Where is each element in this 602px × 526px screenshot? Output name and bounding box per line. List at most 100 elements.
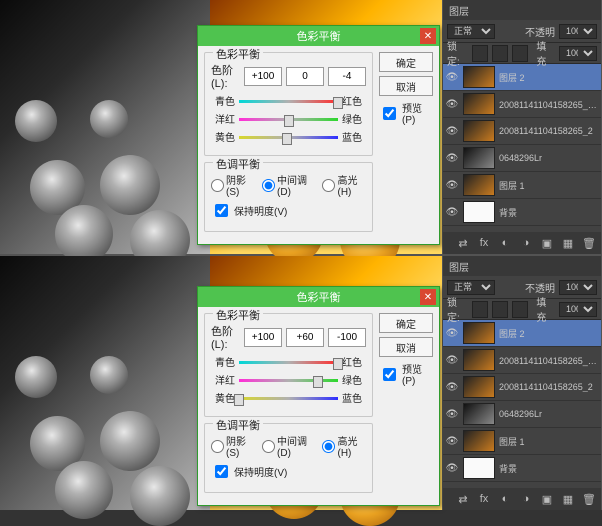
layer-row[interactable]: 👁 20081141104158265_2 <box>443 374 601 401</box>
preview-check[interactable]: 预览(P) <box>379 361 433 387</box>
layer-row[interactable]: 👁 背景 <box>443 455 601 482</box>
color-slider[interactable] <box>239 97 338 105</box>
close-icon[interactable]: ✕ <box>420 28 436 44</box>
mask-icon[interactable]: ◐ <box>498 492 512 506</box>
tone-radio[interactable]: 中间调(D) <box>262 172 314 198</box>
rose-image <box>90 100 128 138</box>
ok-button[interactable]: 确定 <box>379 52 433 72</box>
layer-name: 背景 <box>499 206 599 219</box>
visibility-icon[interactable]: 👁 <box>445 124 459 138</box>
link-icon[interactable]: ⇄ <box>456 236 470 250</box>
slider-left-label: 黄色 <box>211 390 235 405</box>
dialog-titlebar[interactable]: 色彩平衡 ✕ <box>198 287 439 307</box>
visibility-icon[interactable]: 👁 <box>445 353 459 367</box>
layer-row[interactable]: 👁 20081141104158265_2 副本 <box>443 91 601 118</box>
color-slider[interactable] <box>239 358 338 366</box>
layer-row[interactable]: 👁 图层 2 <box>443 320 601 347</box>
visibility-icon[interactable]: 👁 <box>445 70 459 84</box>
lock-all-icon[interactable] <box>512 45 528 62</box>
layer-row[interactable]: 👁 图层 1 <box>443 172 601 199</box>
cancel-button[interactable]: 取消 <box>379 337 433 357</box>
layer-row[interactable]: 👁 图层 1 <box>443 428 601 455</box>
lock-pixels-icon[interactable] <box>472 301 488 318</box>
tone-radio[interactable]: 高光(H) <box>322 172 366 198</box>
color-slider[interactable] <box>239 376 338 384</box>
layer-name: 图层 2 <box>499 71 599 84</box>
layer-row[interactable]: 👁 0648296Lr <box>443 401 601 428</box>
rose-image <box>100 155 160 215</box>
panel-tab[interactable]: 图层 <box>449 3 469 18</box>
color-slider[interactable] <box>239 394 338 402</box>
fill-select[interactable]: 100% <box>559 302 597 317</box>
tone-radio[interactable]: 高光(H) <box>322 433 366 459</box>
level-input-2[interactable] <box>286 67 324 86</box>
fx-icon[interactable]: fx <box>477 492 491 506</box>
layer-row[interactable]: 👁 0648296Lr <box>443 145 601 172</box>
visibility-icon[interactable]: 👁 <box>445 97 459 111</box>
levels-label: 色阶(L): <box>211 323 240 351</box>
rose-image <box>55 205 113 263</box>
trash-icon[interactable]: 🗑 <box>582 236 596 250</box>
blend-mode-select[interactable]: 正常 <box>447 24 495 39</box>
slider-right-label: 蓝色 <box>342 390 366 405</box>
folder-icon[interactable]: ▣ <box>540 236 554 250</box>
adjustment-icon[interactable]: ◑ <box>519 236 533 250</box>
tone-radio[interactable]: 阴影(S) <box>211 172 254 198</box>
folder-icon[interactable]: ▣ <box>540 492 554 506</box>
new-layer-icon[interactable]: ▦ <box>561 236 575 250</box>
opacity-select[interactable]: 100% <box>559 24 597 39</box>
trash-icon[interactable]: 🗑 <box>582 492 596 506</box>
layer-row[interactable]: 👁 图层 2 <box>443 64 601 91</box>
rose-image <box>55 461 113 519</box>
lock-all-icon[interactable] <box>512 301 528 318</box>
lock-pixels-icon[interactable] <box>472 45 488 62</box>
level-input-1[interactable] <box>244 328 282 347</box>
slider-left-label: 黄色 <box>211 129 235 144</box>
tone-radio[interactable]: 中间调(D) <box>262 433 314 459</box>
visibility-icon[interactable]: 👁 <box>445 205 459 219</box>
visibility-icon[interactable]: 👁 <box>445 326 459 340</box>
fx-icon[interactable]: fx <box>477 236 491 250</box>
level-input-1[interactable] <box>244 67 282 86</box>
layers-panel: 图层 正常 不透明 100% 锁定: 填充 100% 👁 图层 2 <box>443 0 601 254</box>
level-input-3[interactable] <box>328 328 366 347</box>
layer-row[interactable]: 👁 20081141104158265_2 副本 <box>443 347 601 374</box>
layer-thumbnail <box>463 147 495 169</box>
fill-select[interactable]: 100% <box>559 46 597 61</box>
blend-mode-select[interactable]: 正常 <box>447 280 495 295</box>
levels-label: 色阶(L): <box>211 62 240 90</box>
panel-tab[interactable]: 图层 <box>449 259 469 274</box>
lock-position-icon[interactable] <box>492 45 508 62</box>
tone-radio[interactable]: 阴影(S) <box>211 433 254 459</box>
preview-check[interactable]: 预览(P) <box>379 100 433 126</box>
layers-panel: 图层 正常 不透明 100% 锁定: 填充 100% 👁 图层 2 <box>443 256 601 510</box>
slider-right-label: 绿色 <box>342 372 366 387</box>
adjustment-icon[interactable]: ◑ <box>519 492 533 506</box>
layer-row[interactable]: 👁 20081141104158265_2 <box>443 118 601 145</box>
cancel-button[interactable]: 取消 <box>379 76 433 96</box>
layer-row[interactable]: 👁 背景 <box>443 199 601 226</box>
visibility-icon[interactable]: 👁 <box>445 178 459 192</box>
mask-icon[interactable]: ◐ <box>498 236 512 250</box>
slider-right-label: 红色 <box>342 354 366 369</box>
visibility-icon[interactable]: 👁 <box>445 380 459 394</box>
opacity-select[interactable]: 100% <box>559 280 597 295</box>
close-icon[interactable]: ✕ <box>420 289 436 305</box>
visibility-icon[interactable]: 👁 <box>445 461 459 475</box>
group-label: 色彩平衡 <box>213 46 263 62</box>
preserve-luminosity-check[interactable]: 保持明度(V) <box>211 462 366 481</box>
level-input-2[interactable] <box>286 328 324 347</box>
visibility-icon[interactable]: 👁 <box>445 407 459 421</box>
dialog-titlebar[interactable]: 色彩平衡 ✕ <box>198 26 439 46</box>
new-layer-icon[interactable]: ▦ <box>561 492 575 506</box>
link-icon[interactable]: ⇄ <box>456 492 470 506</box>
visibility-icon[interactable]: 👁 <box>445 151 459 165</box>
ok-button[interactable]: 确定 <box>379 313 433 333</box>
slider-left-label: 青色 <box>211 93 235 108</box>
level-input-3[interactable] <box>328 67 366 86</box>
color-slider[interactable] <box>239 133 338 141</box>
lock-position-icon[interactable] <box>492 301 508 318</box>
color-slider[interactable] <box>239 115 338 123</box>
visibility-icon[interactable]: 👁 <box>445 434 459 448</box>
preserve-luminosity-check[interactable]: 保持明度(V) <box>211 201 366 220</box>
